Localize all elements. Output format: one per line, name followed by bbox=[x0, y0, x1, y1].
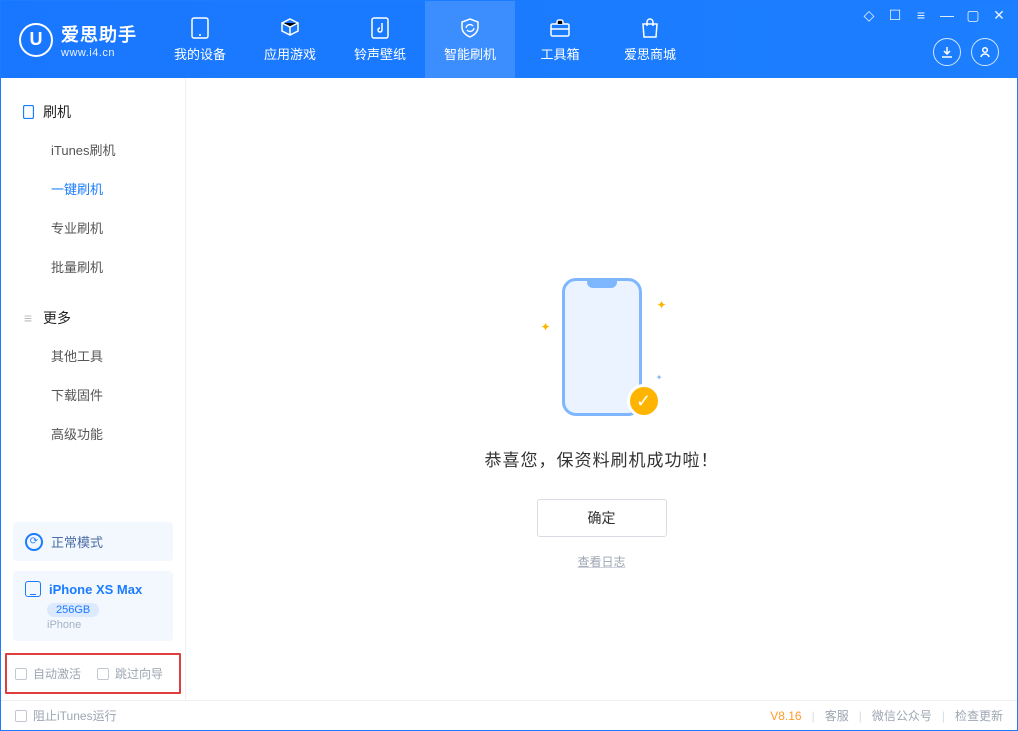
app-title: 爱思助手 bbox=[61, 21, 137, 47]
tab-toolbox[interactable]: 工具箱 bbox=[515, 1, 605, 78]
sparkle-icon: ✦ bbox=[656, 373, 663, 382]
toolbox-icon bbox=[548, 16, 572, 40]
bag-icon bbox=[638, 16, 662, 40]
success-message: 恭喜您，保资料刷机成功啦！ bbox=[485, 446, 719, 471]
header-action-buttons bbox=[933, 38, 999, 66]
tab-store[interactable]: 爱思商城 bbox=[605, 1, 695, 78]
minimize-icon[interactable]: — bbox=[939, 7, 955, 23]
checkbox-icon[interactable] bbox=[15, 710, 27, 722]
section-flash-header: 刷机 bbox=[1, 94, 185, 130]
sidebar-item-firmware[interactable]: 下载固件 bbox=[1, 375, 185, 414]
sparkle-icon: ✦ bbox=[656, 298, 666, 312]
tab-flash[interactable]: 智能刷机 bbox=[425, 1, 515, 78]
device-mode-card[interactable]: ⟳ 正常模式 bbox=[13, 522, 173, 561]
status-bar: 阻止iTunes运行 V8.16 | 客服 | 微信公众号 | 检查更新 bbox=[1, 700, 1017, 730]
music-file-icon bbox=[368, 16, 392, 40]
device-icon bbox=[25, 581, 41, 597]
normal-mode-icon: ⟳ bbox=[25, 533, 43, 551]
sidebar: 刷机 iTunes刷机 一键刷机 专业刷机 批量刷机 ≡ 更多 其他工具 下载固… bbox=[1, 78, 186, 700]
checkbox-skip-guide[interactable]: 跳过向导 bbox=[97, 665, 163, 682]
maximize-icon[interactable]: ▢ bbox=[965, 7, 981, 23]
close-icon[interactable]: ✕ bbox=[991, 7, 1007, 23]
check-badge-icon: ✓ bbox=[627, 384, 661, 418]
logo-icon: U bbox=[19, 23, 53, 57]
shirt-icon[interactable]: ◇ bbox=[861, 7, 877, 23]
sidebar-item-batch-flash[interactable]: 批量刷机 bbox=[1, 247, 185, 286]
device-small-icon bbox=[21, 105, 35, 119]
device-info-card[interactable]: iPhone XS Max 256GB iPhone bbox=[13, 571, 173, 641]
sparkle-icon: ✦ bbox=[541, 320, 551, 334]
section-more-header: ≡ 更多 bbox=[1, 300, 185, 336]
device-type: iPhone bbox=[47, 619, 161, 631]
block-itunes-label[interactable]: 阻止iTunes运行 bbox=[33, 707, 117, 724]
phone-icon bbox=[188, 16, 212, 40]
tab-apps[interactable]: 应用游戏 bbox=[245, 1, 335, 78]
list-icon: ≡ bbox=[21, 311, 35, 325]
app-header: U 爱思助手 www.i4.cn 我的设备 应用游戏 铃声壁纸 智能刷机 bbox=[1, 1, 1017, 78]
app-url: www.i4.cn bbox=[61, 47, 137, 59]
shield-refresh-icon bbox=[458, 16, 482, 40]
sidebar-item-other-tools[interactable]: 其他工具 bbox=[1, 336, 185, 375]
sidebar-item-advanced[interactable]: 高级功能 bbox=[1, 414, 185, 453]
version-label: V8.16 bbox=[770, 709, 801, 723]
cube-icon bbox=[278, 16, 302, 40]
main-content: ✓ ✦ ✦ ✦ 恭喜您，保资料刷机成功啦！ 确定 查看日志 bbox=[186, 78, 1017, 700]
lock-icon[interactable]: ☐ bbox=[887, 7, 903, 23]
app-logo: U 爱思助手 www.i4.cn bbox=[1, 1, 155, 78]
device-capacity: 256GB bbox=[47, 603, 99, 617]
menu-icon[interactable]: ≡ bbox=[913, 7, 929, 23]
check-update-link[interactable]: 检查更新 bbox=[955, 707, 1003, 724]
ok-button[interactable]: 确定 bbox=[537, 499, 667, 537]
device-mode-label: 正常模式 bbox=[51, 532, 103, 551]
tab-ringtones[interactable]: 铃声壁纸 bbox=[335, 1, 425, 78]
wechat-link[interactable]: 微信公众号 bbox=[872, 707, 932, 724]
download-button[interactable] bbox=[933, 38, 961, 66]
sidebar-item-itunes-flash[interactable]: iTunes刷机 bbox=[1, 130, 185, 169]
window-controls: ◇ ☐ ≡ — ▢ ✕ bbox=[861, 7, 1007, 23]
checkbox-icon bbox=[97, 668, 109, 680]
checkbox-icon bbox=[15, 668, 27, 680]
sidebar-item-pro-flash[interactable]: 专业刷机 bbox=[1, 208, 185, 247]
sidebar-item-onekey-flash[interactable]: 一键刷机 bbox=[1, 169, 185, 208]
view-log-link[interactable]: 查看日志 bbox=[577, 553, 625, 570]
user-button[interactable] bbox=[971, 38, 999, 66]
support-link[interactable]: 客服 bbox=[825, 707, 849, 724]
tab-device[interactable]: 我的设备 bbox=[155, 1, 245, 78]
header-tabs: 我的设备 应用游戏 铃声壁纸 智能刷机 工具箱 爱思商城 bbox=[155, 1, 695, 78]
device-name: iPhone XS Max bbox=[49, 582, 142, 597]
flash-options-highlight: 自动激活 跳过向导 bbox=[5, 653, 181, 694]
checkbox-auto-activate[interactable]: 自动激活 bbox=[15, 665, 81, 682]
success-illustration: ✓ ✦ ✦ ✦ bbox=[537, 278, 667, 428]
